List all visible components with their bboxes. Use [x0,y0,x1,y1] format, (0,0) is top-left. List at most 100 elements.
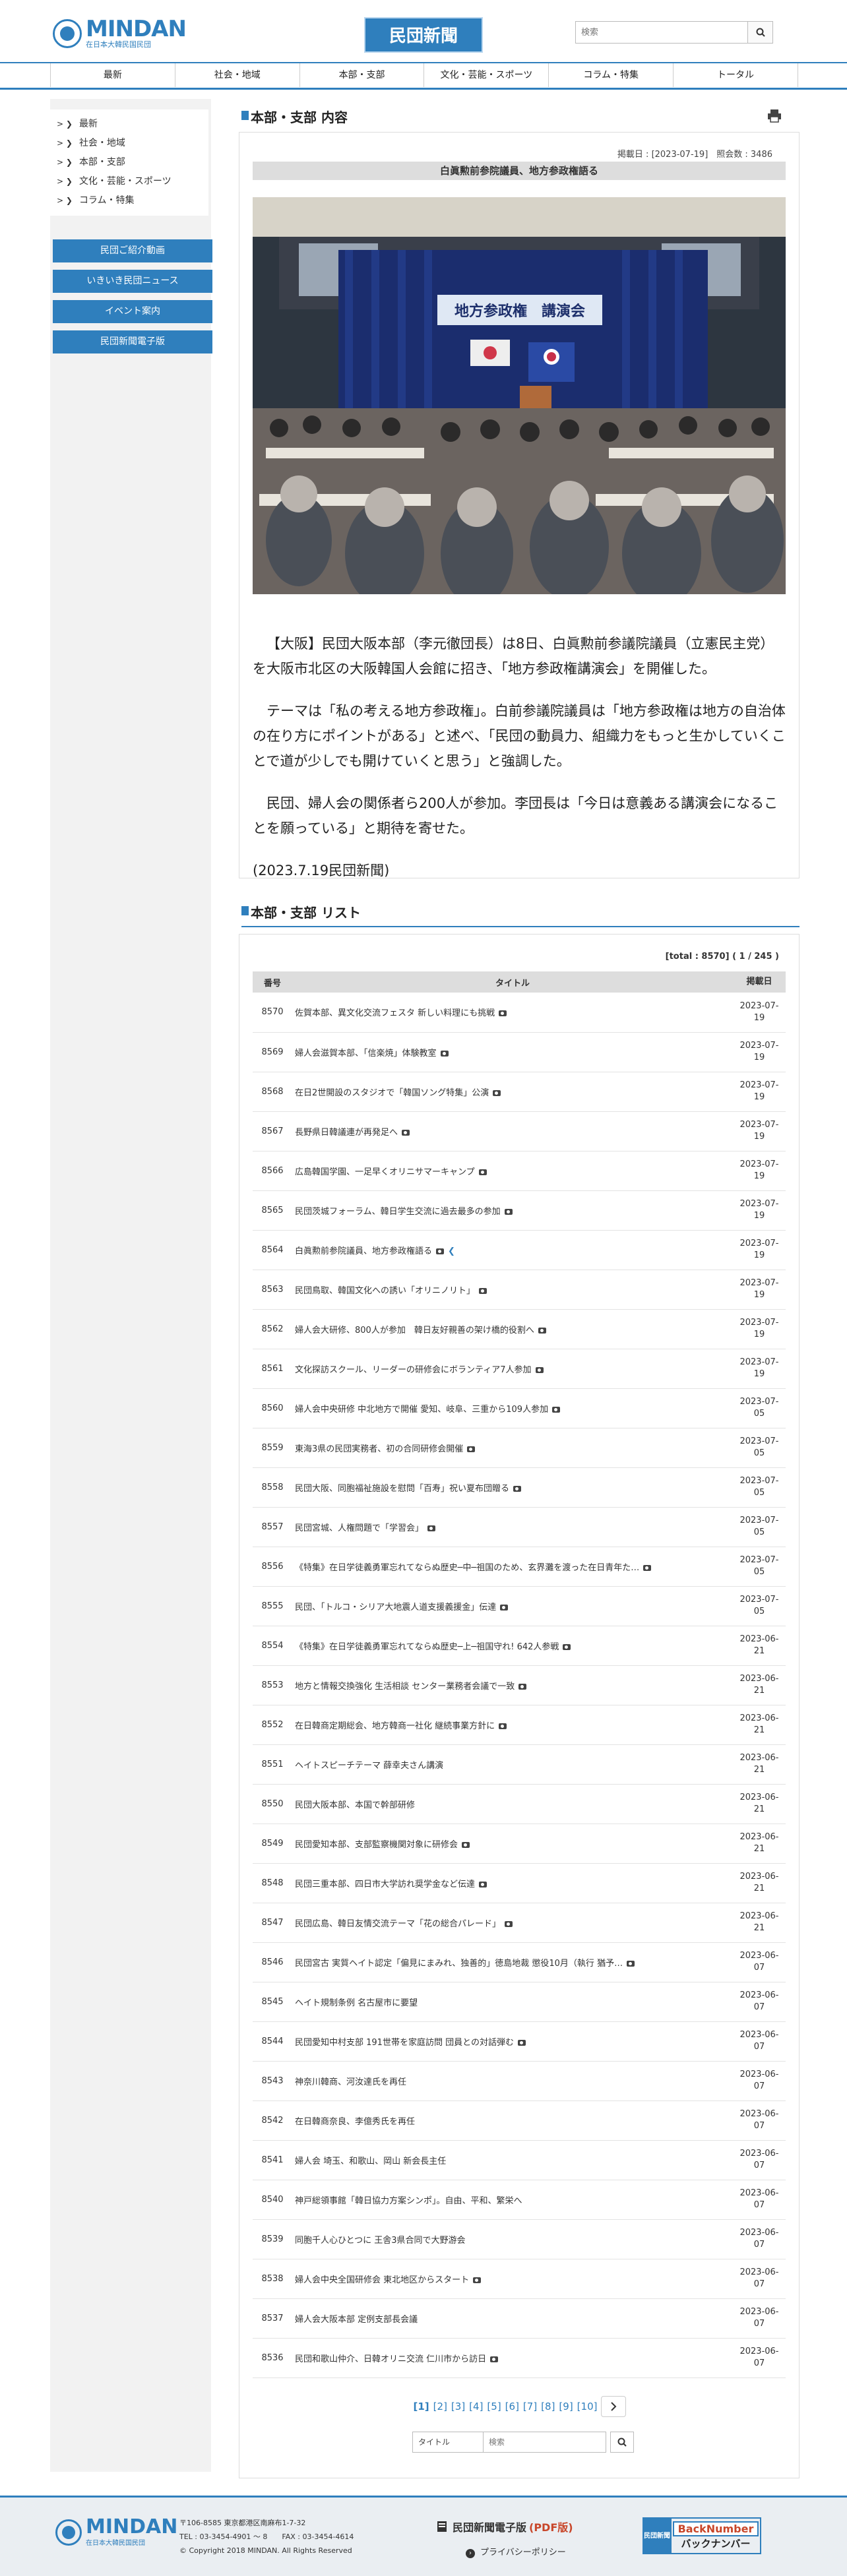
row-title-cell[interactable]: 《特集》在日学徒義勇軍忘れてならぬ歴史─中─祖国のため、玄界灘を渡った在日青年た… [292,1547,733,1587]
table-row[interactable]: 8561 文化探訪スクール、リーダーの研修会にボランティア7人参加 2023-07-… [253,1349,786,1389]
row-title-link[interactable]: 民団大阪、同胞福祉施設を慰問「百寿」祝い夏布団贈る [295,1484,509,1494]
table-row[interactable]: 8537 婦人会大阪本部 定例支部長会議 2023-06- 07 [253,2298,786,2339]
row-title-link[interactable]: 婦人会大研修、800人が参加 韓日友好親善の架け橋的役割へ [295,1326,534,1335]
row-title-cell[interactable]: 佐賀本部、異文化交流フェスタ 新しい料理にも挑戦 [292,993,733,1033]
row-title-cell[interactable]: 民団広島、韓日友情交流テーマ「花の総合パレード」 [292,1903,733,1943]
row-title-cell[interactable]: 同胞千人心ひとつに 王舎3県合同で大野游会 [292,2219,733,2259]
page-link[interactable]: [8] [541,2401,555,2412]
row-title-cell[interactable]: 婦人会中央全国研修会 東北地区からスタート [292,2259,733,2299]
table-row[interactable]: 8543 神奈川韓商、河汝達氏を再任 2023-06- 07 [253,2061,786,2101]
sidebar-item-column[interactable]: コラム・特集 [53,191,208,210]
table-row[interactable]: 8553 地方と情報交換強化 生活相談 センター業務者会議で一致 2023-06- 2… [253,1665,786,1705]
nav-item-column[interactable]: コラム・特集 [548,63,673,87]
row-title-link[interactable]: 東海3県の民団実務者、初の合同研修会開催 [295,1444,463,1454]
table-row[interactable]: 8568 在日2世開設のスタジオで「韓国ソング特集」公演 2023-07- 19 [253,1072,786,1112]
row-title-link[interactable]: 婦人会滋賀本部、「信楽焼」体験教室 [295,1049,437,1058]
row-title-cell[interactable]: 白眞勲前参院議員、地方参政権語る ❮ [292,1230,733,1270]
sidebar-button-video[interactable]: 民団ご紹介動画 [53,239,212,262]
row-title-link[interactable]: 民団和歌山仲介、日韓オリニ交流 仁川市から訪日 [295,2354,486,2364]
table-row[interactable]: 8569 婦人会滋賀本部、「信楽焼」体験教室 2023-07- 19 [253,1032,786,1072]
row-title-cell[interactable]: ヘイトスピーチテーマ 薛幸夫さん講演 [292,1744,733,1785]
row-title-cell[interactable]: 婦人会大研修、800人が参加 韓日友好親善の架け橋的役割へ [292,1309,733,1349]
page-link[interactable]: [5] [487,2401,501,2412]
table-row[interactable]: 8547 民団広島、韓日友情交流テーマ「花の総合パレード」 2023-06- 21 [253,1903,786,1943]
table-row[interactable]: 8546 民団宮古 実質ヘイト認定「偏見にまみれ、独善的」徳島地裁 懲役10月（執… [253,1942,786,1982]
row-title-link[interactable]: 民団鳥取、韓国文化への誘い「オリニノリト」 [295,1286,475,1296]
row-title-link[interactable]: 長野県日韓議連が再発足へ [295,1128,398,1138]
page-link[interactable]: [7] [523,2401,537,2412]
table-row[interactable]: 8570 佐賀本部、異文化交流フェスタ 新しい料理にも挑戦 2023-07- 19 [253,993,786,1033]
mindan-logo[interactable]: MINDAN 在日本大韓民国民団 [53,17,187,50]
search-field-select[interactable]: タイトル [412,2432,484,2453]
sidebar-item-branch[interactable]: 本部・支部 [53,153,208,172]
list-search-input[interactable] [484,2432,606,2453]
next-page-button[interactable] [601,2396,627,2417]
row-title-cell[interactable]: ヘイト規制条例 名古屋市に要望 [292,1982,733,2022]
row-title-cell[interactable]: 在日韓商定期総会、地方韓商一社化 継続事業方針に [292,1705,733,1745]
table-row[interactable]: 8549 民団愛知本部、支部監察機関対象に研修会 2023-06- 21 [253,1824,786,1864]
sidebar-button-epaper[interactable]: 民団新聞電子版 [53,330,212,353]
row-title-cell[interactable]: 婦人会 埼玉、和歌山、岡山 新会長主任 [292,2140,733,2180]
sidebar-button-events[interactable]: イベント案内 [53,300,212,323]
page-link-current[interactable]: [1] [414,2401,429,2412]
table-row[interactable]: 8563 民団鳥取、韓国文化への誘い「オリニノリト」 2023-07- 19 [253,1270,786,1310]
table-row[interactable]: 8538 婦人会中央全国研修会 東北地区からスタート 2023-06- 07 [253,2259,786,2299]
table-row[interactable]: 8545 ヘイト規制条例 名古屋市に要望 2023-06- 07 [253,1982,786,2022]
table-row[interactable]: 8556 《特集》在日学徒義勇軍忘れてならぬ歴史─中─祖国のため、玄界灘を渡った在… [253,1547,786,1587]
row-title-link[interactable]: 婦人会中央研修 中北地方で開催 愛知、岐阜、三重から109人参加 [295,1405,548,1415]
search-button[interactable] [748,21,773,44]
footer-logo[interactable]: MINDAN 在日本大韓民国民団 [55,2517,177,2547]
row-title-cell[interactable]: 東海3県の民団実務者、初の合同研修会開催 [292,1428,733,1468]
table-row[interactable]: 8542 在日韓商奈良、李億秀氏を再任 2023-06- 07 [253,2101,786,2141]
table-row[interactable]: 8550 民団大阪本部、本国で幹部研修 2023-06- 21 [253,1784,786,1824]
row-title-cell[interactable]: 在日2世開設のスタジオで「韓国ソング特集」公演 [292,1072,733,1112]
table-row[interactable]: 8552 在日韓商定期総会、地方韓商一社化 継続事業方針に 2023-06- 21 [253,1705,786,1745]
row-title-link[interactable]: 民団大阪本部、本国で幹部研修 [295,1800,415,1810]
row-title-link[interactable]: 民団三重本部、四日市大学訪れ奨学金など伝達 [295,1880,475,1889]
row-title-link[interactable]: 在日2世開設のスタジオで「韓国ソング特集」公演 [295,1088,489,1098]
row-title-cell[interactable]: 神戸総領事館「韓日協力方案シンポ」。自由、平和、繁栄へ [292,2180,733,2220]
brand-title[interactable]: 民団新聞 [364,17,483,53]
sidebar-item-latest[interactable]: 最新 [53,115,208,134]
table-row[interactable]: 8562 婦人会大研修、800人が参加 韓日友好親善の架け橋的役割へ 2023-07… [253,1309,786,1349]
row-title-link[interactable]: 婦人会大阪本部 定例支部長会議 [295,2315,418,2325]
row-title-link[interactable]: 佐賀本部、異文化交流フェスタ 新しい料理にも挑戦 [295,1008,495,1018]
nav-item-latest[interactable]: 最新 [50,63,175,87]
table-row[interactable]: 8555 民団、「トルコ・シリア大地震人道支援義援金」伝達 2023-07- 05 [253,1586,786,1626]
row-title-cell[interactable]: 広島韓国学園、一足早くオリニサマーキャンプ [292,1151,733,1191]
row-title-cell[interactable]: 民団大阪、同胞福祉施設を慰問「百寿」祝い夏布団贈る [292,1467,733,1508]
table-row[interactable]: 8565 民団茨城フォーラム、韓日学生交流に過去最多の参加 2023-07- 19 [253,1190,786,1231]
search-input[interactable] [575,21,748,44]
row-title-cell[interactable]: 民団宮城、人権問題で「学習会」 [292,1507,733,1547]
row-title-cell[interactable]: 民団鳥取、韓国文化への誘い「オリニノリト」 [292,1270,733,1310]
backnumber-banner[interactable]: 民団新聞 BackNumber バックナンバー [643,2517,761,2554]
row-title-link[interactable]: 民団宮古 実質ヘイト認定「偏見にまみれ、独善的」徳島地裁 懲役10月（執行 猶予… [295,1959,623,1969]
row-title-link[interactable]: 在日韓商定期総会、地方韓商一社化 継続事業方針に [295,1721,495,1731]
nav-item-culture[interactable]: 文化・芸能・スポーツ [424,63,548,87]
table-row[interactable]: 8551 ヘイトスピーチテーマ 薛幸夫さん講演 2023-06- 21 [253,1744,786,1785]
nav-item-branch[interactable]: 本部・支部 [299,63,424,87]
table-row[interactable]: 8540 神戸総領事館「韓日協力方案シンポ」。自由、平和、繁栄へ 2023-06- 0… [253,2180,786,2220]
row-title-cell[interactable]: 文化探訪スクール、リーダーの研修会にボランティア7人参加 [292,1349,733,1389]
row-title-link[interactable]: 地方と情報交換強化 生活相談 センター業務者会議で一致 [295,1682,515,1692]
sidebar-button-news[interactable]: いきいき民団ニュース [53,270,212,293]
row-title-link[interactable]: 白眞勲前参院議員、地方参政権語る [295,1246,432,1256]
row-title-link[interactable]: 《特集》在日学徒義勇軍忘れてならぬ歴史─中─祖国のため、玄界灘を渡った在日青年た… [295,1563,639,1573]
table-row[interactable]: 8559 東海3県の民団実務者、初の合同研修会開催 2023-07- 05 [253,1428,786,1468]
row-title-link[interactable]: ヘイト規制条例 名古屋市に要望 [295,1998,418,2008]
row-title-link[interactable]: ヘイトスピーチテーマ 薛幸夫さん講演 [295,1761,443,1771]
row-title-cell[interactable]: 婦人会大阪本部 定例支部長会議 [292,2298,733,2339]
page-link[interactable]: [3] [451,2401,465,2412]
row-title-cell[interactable]: 民団和歌山仲介、日韓オリニ交流 仁川市から訪日 [292,2338,733,2378]
table-row[interactable]: 8564 白眞勲前参院議員、地方参政権語る ❮ 2023-07- 19 [253,1230,786,1270]
row-title-cell[interactable]: 民団宮古 実質ヘイト認定「偏見にまみれ、独善的」徳島地裁 懲役10月（執行 猶予… [292,1942,733,1982]
row-title-cell[interactable]: 長野県日韓議連が再発足へ [292,1111,733,1151]
row-title-cell[interactable]: 婦人会中央研修 中北地方で開催 愛知、岐阜、三重から109人参加 [292,1388,733,1428]
row-title-link[interactable]: 民団愛知中村支部 191世帯を家庭訪問 団員との対話弾む [295,2038,514,2048]
row-title-cell[interactable]: 在日韓商奈良、李億秀氏を再任 [292,2101,733,2141]
privacy-link[interactable]: › プライバシーポリシー [466,2545,566,2558]
list-search-button[interactable] [610,2432,634,2453]
row-title-cell[interactable]: 民団愛知本部、支部監察機関対象に研修会 [292,1824,733,1864]
sidebar-item-culture[interactable]: 文化・芸能・スポーツ [53,172,208,191]
page-link[interactable]: [6] [505,2401,519,2412]
